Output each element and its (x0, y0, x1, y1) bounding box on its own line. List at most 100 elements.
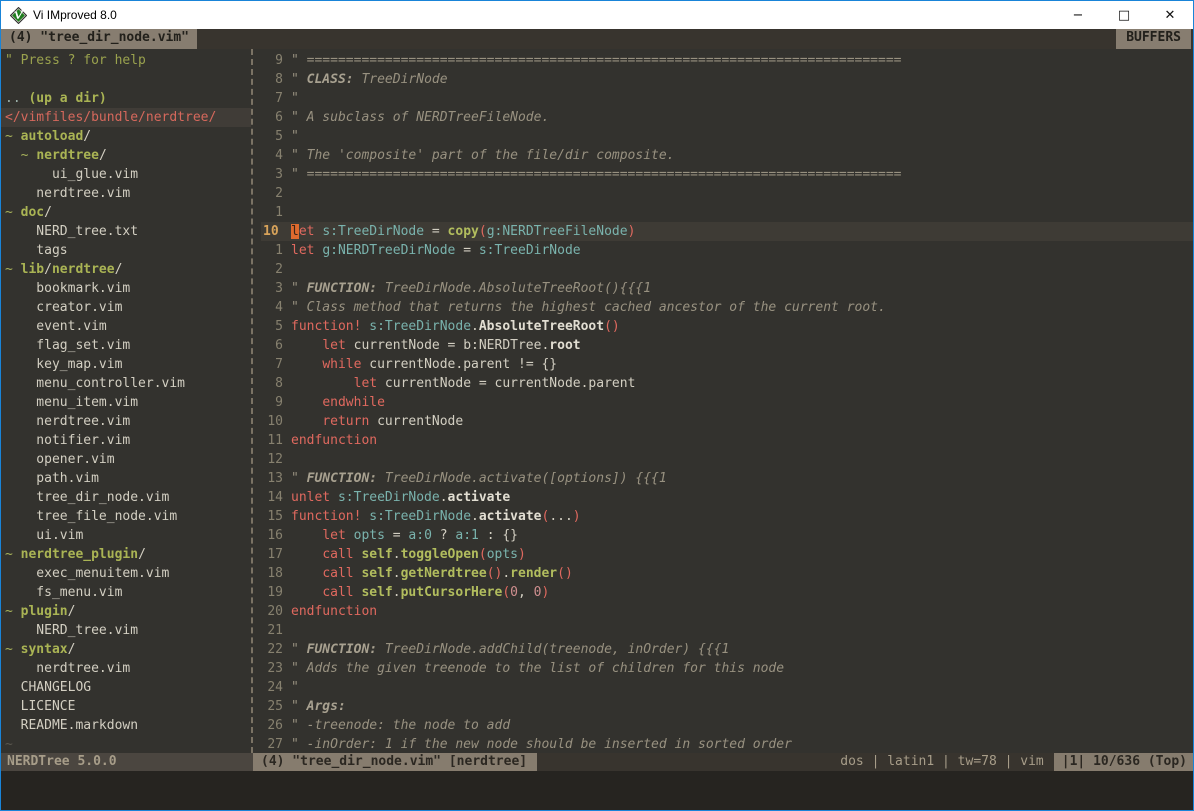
code-line[interactable]: 12 (261, 450, 1193, 469)
code-token-file: NERD_tree.txt (5, 224, 138, 239)
tree-root-path[interactable]: </vimfiles/bundle/nerdtree/ (1, 108, 251, 127)
tree-item[interactable]: tree_dir_node.vim (5, 488, 251, 507)
code-line[interactable]: 7" (261, 89, 1193, 108)
tree-item[interactable]: ~ autoload/ (5, 127, 251, 146)
tree-item[interactable]: README.markdown (5, 716, 251, 735)
tree-item[interactable]: CHANGELOG (5, 678, 251, 697)
code-line[interactable]: 20endfunction (261, 602, 1193, 621)
line-number: 19 (261, 583, 291, 602)
tree-item[interactable]: tree_file_node.vim (5, 507, 251, 526)
code-line[interactable]: 17 call self.toggleOpen(opts) (261, 545, 1193, 564)
code-token-kw: call (322, 566, 353, 581)
code-token-kw: () (604, 319, 620, 334)
code-line[interactable]: 5" (261, 127, 1193, 146)
code-text: call self.putCursorHere(0, 0) (291, 583, 1193, 602)
code-line[interactable]: 26" -treenode: the node to add (261, 716, 1193, 735)
line-number: 1 (261, 241, 291, 260)
tree-item[interactable]: key_map.vim (5, 355, 251, 374)
code-line[interactable]: 23" Adds the given treenode to the list … (261, 659, 1193, 678)
tree-item[interactable]: ~ plugin/ (5, 602, 251, 621)
close-button[interactable]: ✕ (1147, 1, 1193, 29)
tree-item[interactable]: ~ lib/nerdtree/ (5, 260, 251, 279)
tab-tree-dir-node[interactable]: (4) "tree_dir_node.vim" (1, 29, 197, 49)
code-line[interactable]: 2 (261, 260, 1193, 279)
maximize-button[interactable]: □ (1101, 1, 1147, 29)
code-token-cm: " (291, 680, 299, 695)
window-split-separator[interactable] (251, 49, 261, 753)
code-line[interactable]: 19 call self.putCursorHere(0, 0) (261, 583, 1193, 602)
tree-item[interactable]: notifier.vim (5, 431, 251, 450)
code-line[interactable]: 1let g:NERDTreeDirNode = s:TreeDirNode (261, 241, 1193, 260)
code-token-cm: TreeDirNode.addChild(treenode, inOrder) … (377, 642, 729, 657)
tree-item[interactable]: LICENCE (5, 697, 251, 716)
tree-item[interactable]: ui_glue.vim (5, 165, 251, 184)
tree-item[interactable]: .. (up a dir) (5, 89, 251, 108)
code-line[interactable]: 2 (261, 184, 1193, 203)
code-line[interactable]: 9" =====================================… (261, 51, 1193, 70)
code-line[interactable]: 10 return currentNode (261, 412, 1193, 431)
code-line[interactable]: 4" The 'composite' part of the file/dir … (261, 146, 1193, 165)
code-token-tx: currentNode = currentNode.parent (377, 376, 635, 391)
code-line[interactable]: 6" A subclass of NERDTreeFileNode. (261, 108, 1193, 127)
tree-item[interactable]: ~ nerdtree/ (5, 146, 251, 165)
tree-item[interactable]: event.vim (5, 317, 251, 336)
code-text: unlet s:TreeDirNode.activate (291, 488, 1193, 507)
tree-item[interactable]: fs_menu.vim (5, 583, 251, 602)
code-line[interactable]: 7 while currentNode.parent != {} (261, 355, 1193, 374)
code-line[interactable]: 3" FUNCTION: TreeDirNode.AbsoluteTreeRoo… (261, 279, 1193, 298)
tree-item[interactable]: NERD_tree.vim (5, 621, 251, 640)
line-number: 4 (261, 146, 291, 165)
tree-item[interactable]: NERD_tree.txt (5, 222, 251, 241)
code-line[interactable]: 3" =====================================… (261, 165, 1193, 184)
tree-item[interactable]: opener.vim (5, 450, 251, 469)
code-line[interactable]: 27" -inOrder: 1 if the new node should b… (261, 735, 1193, 753)
tree-item[interactable]: nerdtree.vim (5, 184, 251, 203)
tree-item[interactable]: flag_set.vim (5, 336, 251, 355)
code-line[interactable]: 5function! s:TreeDirNode.AbsoluteTreeRoo… (261, 317, 1193, 336)
tree-item[interactable] (5, 70, 251, 89)
code-line[interactable]: 1 (261, 203, 1193, 222)
tree-item[interactable]: exec_menuitem.vim (5, 564, 251, 583)
tree-item[interactable]: ~ doc/ (5, 203, 251, 222)
command-line[interactable] (1, 771, 1193, 810)
line-number: 8 (261, 70, 291, 89)
code-line[interactable]: 9 endwhile (261, 393, 1193, 412)
code-token-fn: render (510, 566, 557, 581)
tree-item[interactable]: creator.vim (5, 298, 251, 317)
code-line[interactable]: 22" FUNCTION: TreeDirNode.addChild(treen… (261, 640, 1193, 659)
tree-item[interactable]: nerdtree.vim (5, 412, 251, 431)
code-line[interactable]: 25" Args: (261, 697, 1193, 716)
code-token-tx: = (424, 224, 447, 239)
code-line-current[interactable]: 10let s:TreeDirNode = copy(g:NERDTreeFil… (261, 222, 1193, 241)
code-line[interactable]: 8 let currentNode = currentNode.parent (261, 374, 1193, 393)
code-line[interactable]: 6 let currentNode = b:NERDTree.root (261, 336, 1193, 355)
tree-item[interactable]: path.vim (5, 469, 251, 488)
code-line[interactable]: 11endfunction (261, 431, 1193, 450)
code-line[interactable]: 4" Class method that returns the highest… (261, 298, 1193, 317)
tree-item[interactable]: menu_item.vim (5, 393, 251, 412)
code-line[interactable]: 24" (261, 678, 1193, 697)
code-token-file: nerdtree.vim (5, 414, 130, 429)
code-line[interactable]: 21 (261, 621, 1193, 640)
tree-item[interactable]: ~ (5, 735, 251, 753)
tree-item[interactable]: ~ nerdtree_plugin/ (5, 545, 251, 564)
gvim-window: Vi IMproved 8.0 − □ ✕ (4) "tree_dir_node… (0, 0, 1194, 811)
tree-item[interactable]: bookmark.vim (5, 279, 251, 298)
buffers-label[interactable]: BUFFERS (1116, 29, 1191, 49)
code-line[interactable]: 15function! s:TreeDirNode.activate(...) (261, 507, 1193, 526)
code-line[interactable]: 18 call self.getNerdtree().render() (261, 564, 1193, 583)
title-bar[interactable]: Vi IMproved 8.0 − □ ✕ (1, 1, 1193, 29)
code-line[interactable]: 14unlet s:TreeDirNode.activate (261, 488, 1193, 507)
tree-item[interactable]: tags (5, 241, 251, 260)
tree-item[interactable]: ~ syntax/ (5, 640, 251, 659)
tree-item[interactable]: menu_controller.vim (5, 374, 251, 393)
line-number: 3 (261, 279, 291, 298)
code-line[interactable]: 8" CLASS: TreeDirNode (261, 70, 1193, 89)
code-token-cm: TreeDirNode (354, 72, 448, 87)
tree-item[interactable]: nerdtree.vim (5, 659, 251, 678)
code-line[interactable]: 16 let opts = a:0 ? a:1 : {} (261, 526, 1193, 545)
minimize-button[interactable]: − (1055, 1, 1101, 29)
tree-item[interactable]: " Press ? for help (5, 51, 251, 70)
tree-item[interactable]: ui.vim (5, 526, 251, 545)
code-line[interactable]: 13" FUNCTION: TreeDirNode.activate([opti… (261, 469, 1193, 488)
